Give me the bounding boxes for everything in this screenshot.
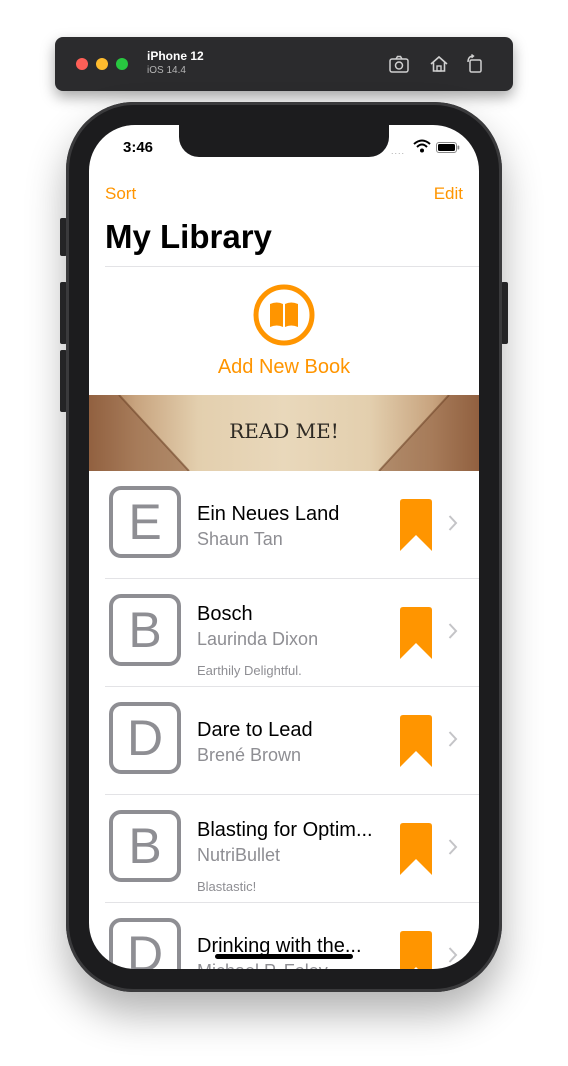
- minimize-window-button[interactable]: [96, 58, 108, 70]
- book-title: Dare to Lead: [197, 719, 313, 741]
- close-window-button[interactable]: [76, 58, 88, 70]
- chevron-right-icon: [448, 839, 458, 855]
- book-cover-initial: E: [109, 486, 181, 558]
- book-cover-initial: D: [109, 918, 181, 969]
- chevron-right-icon: [448, 515, 458, 531]
- page-title: My Library: [105, 218, 272, 255]
- home-indicator[interactable]: [215, 954, 353, 959]
- book-note: Earthily Delightful.: [197, 663, 302, 678]
- sort-button[interactable]: Sort: [105, 184, 136, 204]
- book-cover-initial: B: [109, 594, 181, 666]
- add-new-book-label: Add New Book: [217, 356, 351, 378]
- add-new-book-button[interactable]: Add New Book: [89, 266, 479, 395]
- book-list: E Ein Neues Land Shaun Tan B Bosch Lauri…: [89, 471, 479, 969]
- cellular-signal: ....: [391, 146, 406, 156]
- status-time: 3:46: [123, 139, 154, 156]
- edit-button[interactable]: Edit: [434, 184, 463, 204]
- book-row[interactable]: B Blasting for Optim... NutriBullet Blas…: [89, 795, 479, 903]
- book-row[interactable]: D Drinking with the... Michael P. Foley: [89, 903, 479, 969]
- book-note: Blastastic!: [197, 879, 257, 894]
- book-author: Michael P. Foley: [197, 961, 328, 969]
- bookmark-icon[interactable]: [400, 499, 432, 551]
- zoom-window-button[interactable]: [116, 58, 128, 70]
- book-cover-initial: B: [109, 810, 181, 882]
- bookmark-icon[interactable]: [400, 823, 432, 875]
- chevron-right-icon: [448, 623, 458, 639]
- book-row[interactable]: E Ein Neues Land Shaun Tan: [89, 471, 479, 579]
- power-button: [501, 282, 508, 344]
- book-author: Laurinda Dixon: [197, 629, 319, 649]
- book-row[interactable]: B Bosch Laurinda Dixon Earthily Delightf…: [89, 579, 479, 687]
- notch: [179, 125, 389, 157]
- chevron-right-icon: [448, 947, 458, 963]
- book-author: NutriBullet: [197, 845, 281, 865]
- read-me-banner[interactable]: READ ME!: [89, 395, 479, 471]
- book-author: Brené Brown: [197, 745, 302, 765]
- screenshot-icon[interactable]: [388, 53, 410, 75]
- wifi-icon: [413, 139, 431, 153]
- chevron-right-icon: [448, 731, 458, 747]
- battery-icon: [436, 142, 460, 153]
- read-me-label: READ ME!: [229, 419, 339, 443]
- simulator-os-version: iOS 14.4: [147, 65, 186, 76]
- rotate-icon[interactable]: [464, 53, 486, 75]
- book-icon: [253, 284, 315, 346]
- book-title: Blasting for Optim...: [197, 819, 373, 841]
- book-author: Shaun Tan: [197, 529, 283, 549]
- book-title: Bosch: [197, 603, 253, 625]
- book-cover-initial: D: [109, 702, 181, 774]
- bookmark-icon[interactable]: [400, 931, 432, 969]
- book-row[interactable]: D Dare to Lead Brené Brown: [89, 687, 479, 795]
- simulator-device-name: iPhone 12: [147, 49, 204, 63]
- simulator-title-bar: iPhone 12 iOS 14.4: [55, 37, 513, 91]
- home-icon[interactable]: [428, 53, 450, 75]
- bookmark-icon[interactable]: [400, 715, 432, 767]
- phone-screen: 3:46 .... Sort Edit My Library Add New B…: [89, 125, 479, 969]
- bookmark-icon[interactable]: [400, 607, 432, 659]
- book-title: Ein Neues Land: [197, 503, 340, 525]
